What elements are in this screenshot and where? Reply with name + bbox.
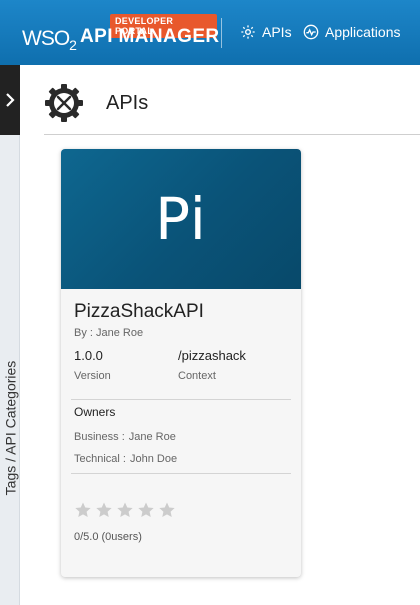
title-divider <box>44 134 420 135</box>
api-thumbnail-text: Pi <box>155 185 207 253</box>
nav-applications-link[interactable]: Applications <box>303 24 401 40</box>
logo-wordmark: WSO2 <box>22 27 77 53</box>
star-icon[interactable] <box>95 501 113 519</box>
business-owner-value: Jane Roe <box>128 431 176 443</box>
page-header: APIs <box>20 65 420 135</box>
card-divider <box>71 473 291 474</box>
nav-apis-label: APIs <box>262 24 292 40</box>
api-card[interactable]: Pi PizzaShackAPI By : Jane Roe 1.0.0 /pi… <box>61 149 301 577</box>
technical-owner-value: John Doe <box>129 453 178 465</box>
wso2-logo[interactable]: WSO2 DEVELOPER PORTAL API MANAGER <box>22 12 220 56</box>
business-owner-label: Business : <box>74 431 125 443</box>
header-divider <box>221 18 222 48</box>
business-owner: Business : Jane Roe <box>74 431 176 443</box>
top-header: WSO2 DEVELOPER PORTAL API MANAGER APIs A… <box>0 0 420 65</box>
star-icon[interactable] <box>116 501 134 519</box>
api-context-label: Context <box>178 370 216 382</box>
gear-icon <box>241 25 255 39</box>
sidebar-toggle-button[interactable] <box>0 65 20 135</box>
api-thumbnail[interactable]: Pi <box>61 149 301 289</box>
tags-sidebar[interactable]: Tags / API Categories <box>0 135 20 605</box>
gear-tools-icon <box>45 84 83 122</box>
technical-owner-label: Technical : <box>74 453 126 465</box>
rating-summary: 0/5.0 (0users) <box>74 531 142 543</box>
technical-owner: Technical : John Doe <box>74 453 177 465</box>
nav-applications-label: Applications <box>325 24 401 40</box>
rating-stars[interactable] <box>74 501 176 519</box>
nav-apis-link[interactable]: APIs <box>240 24 292 40</box>
api-context-value: /pizzashack <box>178 348 246 363</box>
product-name: API MANAGER <box>80 26 220 47</box>
chevron-right-icon <box>6 93 15 107</box>
page-title: APIs <box>106 92 149 114</box>
logo-subscript: 2 <box>69 37 77 53</box>
api-version-label: Version <box>74 370 111 382</box>
pulse-icon <box>303 24 319 40</box>
api-name-link[interactable]: PizzaShackAPI <box>74 301 204 323</box>
star-icon[interactable] <box>158 501 176 519</box>
star-icon[interactable] <box>74 501 92 519</box>
star-icon[interactable] <box>137 501 155 519</box>
logo-text: WSO <box>22 27 70 50</box>
api-author: By : Jane Roe <box>74 327 144 339</box>
sidebar-label: Tags / API Categories <box>2 360 19 496</box>
owners-heading: Owners <box>74 405 116 419</box>
card-divider <box>71 399 291 400</box>
api-version-value: 1.0.0 <box>74 348 103 363</box>
